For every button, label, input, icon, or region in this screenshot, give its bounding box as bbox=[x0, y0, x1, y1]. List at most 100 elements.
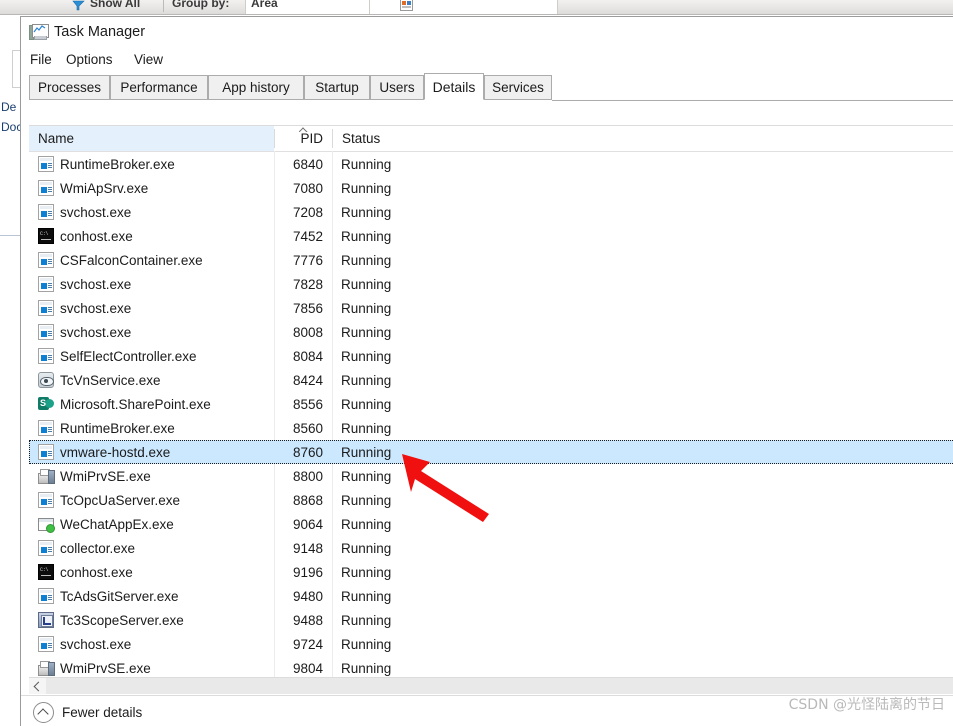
column-header-pid[interactable]: PID bbox=[275, 126, 332, 151]
table-row[interactable]: TcAdsGitServer.exe 9480 Running bbox=[29, 584, 953, 608]
tab-processes[interactable]: Processes bbox=[29, 75, 110, 100]
background-toolbar: Show All Group by: Area bbox=[0, 0, 953, 15]
table-row[interactable]: CSFalconContainer.exe 7776 Running bbox=[29, 248, 953, 272]
app-window-icon bbox=[38, 492, 54, 508]
process-pid-cell: 8868 bbox=[292, 492, 323, 508]
app-window-icon bbox=[38, 540, 54, 556]
process-name-cell: Tc3ScopeServer.exe bbox=[29, 608, 274, 632]
app-window-icon bbox=[38, 444, 54, 460]
process-name-label: conhost.exe bbox=[60, 228, 133, 244]
server-icon bbox=[38, 660, 55, 676]
process-pid-cell: 7776 bbox=[292, 252, 323, 268]
tab-performance[interactable]: Performance bbox=[110, 75, 208, 100]
sort-ascending-icon bbox=[299, 127, 308, 132]
table-row[interactable]: WmiApSrv.exe 7080 Running bbox=[29, 176, 953, 200]
table-row[interactable]: C:\ conhost.exe 9196 Running bbox=[29, 560, 953, 584]
horizontal-scrollbar[interactable] bbox=[29, 677, 953, 694]
show-all-icon bbox=[72, 0, 85, 11]
title-bar-content: Task Manager bbox=[29, 23, 145, 40]
process-name-label: WmiPrvSE.exe bbox=[60, 468, 151, 484]
app-window-icon bbox=[38, 180, 54, 196]
horizontal-scrollbar-track[interactable] bbox=[46, 678, 953, 694]
tab-users[interactable]: Users bbox=[370, 75, 424, 100]
process-name-label: conhost.exe bbox=[60, 564, 133, 580]
process-pid-cell: 8560 bbox=[292, 420, 323, 436]
process-status-cell: Running bbox=[341, 372, 392, 388]
table-row[interactable]: RuntimeBroker.exe 6840 Running bbox=[29, 152, 953, 176]
tab-services[interactable]: Services bbox=[484, 75, 552, 100]
process-name-cell: svchost.exe bbox=[29, 200, 274, 224]
background-tree-item-1[interactable]: De bbox=[1, 100, 16, 114]
process-name-label: WeChatAppEx.exe bbox=[60, 516, 174, 532]
process-name-label: RuntimeBroker.exe bbox=[60, 156, 175, 172]
details-pane: Name PID Status RuntimeBroker.exe 6840 R… bbox=[29, 125, 953, 694]
process-name-cell: svchost.exe bbox=[29, 272, 274, 296]
process-name-cell: TcVnService.exe bbox=[29, 368, 274, 392]
app-window-icon bbox=[38, 420, 54, 436]
process-status-cell: Running bbox=[341, 636, 392, 652]
app-window-icon bbox=[38, 300, 54, 316]
table-row[interactable]: collector.exe 9148 Running bbox=[29, 536, 953, 560]
process-list-frame: Name PID Status RuntimeBroker.exe 6840 R… bbox=[29, 125, 953, 677]
process-name-cell: vmware-hostd.exe bbox=[29, 440, 274, 464]
fewer-details-button[interactable]: Fewer details bbox=[33, 702, 142, 723]
process-name-label: RuntimeBroker.exe bbox=[60, 420, 175, 436]
process-name-cell: CSFalconContainer.exe bbox=[29, 248, 274, 272]
console-icon: C:\ bbox=[38, 564, 54, 580]
table-row[interactable]: RuntimeBroker.exe 8560 Running bbox=[29, 416, 953, 440]
tab-app-history[interactable]: App history bbox=[208, 75, 304, 100]
table-row[interactable]: TcOpcUaServer.exe 8868 Running bbox=[29, 488, 953, 512]
process-name-label: Microsoft.SharePoint.exe bbox=[60, 396, 211, 412]
column-header-status[interactable]: Status bbox=[333, 126, 453, 151]
process-pid-cell: 9804 bbox=[292, 660, 323, 676]
table-row[interactable]: WmiPrvSE.exe 9804 Running bbox=[29, 656, 953, 677]
process-name-cell: WeChatAppEx.exe bbox=[29, 512, 274, 536]
process-status-cell: Running bbox=[341, 324, 392, 340]
table-row[interactable]: Tc3ScopeServer.exe 9488 Running bbox=[29, 608, 953, 632]
background-toolbar-grid-icon[interactable] bbox=[400, 0, 413, 11]
process-name-cell: SelfElectController.exe bbox=[29, 344, 274, 368]
background-toolbar-separator bbox=[163, 0, 164, 12]
process-status-cell: Running bbox=[341, 588, 392, 604]
scroll-left-button[interactable] bbox=[29, 678, 46, 694]
table-row[interactable]: vmware-hostd.exe 8760 Running bbox=[29, 440, 953, 464]
process-status-cell: Running bbox=[341, 564, 392, 580]
table-row[interactable]: svchost.exe 8008 Running bbox=[29, 320, 953, 344]
tab-details-label: Details bbox=[432, 78, 476, 95]
menu-item-options[interactable]: Options bbox=[63, 51, 116, 68]
table-row[interactable]: WeChatAppEx.exe 9064 Running bbox=[29, 512, 953, 536]
menu-item-file[interactable]: File bbox=[27, 51, 55, 68]
column-header-status-label: Status bbox=[342, 131, 381, 146]
background-toolbar-group-by-label: Group by: bbox=[172, 0, 230, 10]
table-row[interactable]: TcVnService.exe 8424 Running bbox=[29, 368, 953, 392]
tab-startup[interactable]: Startup bbox=[304, 75, 370, 100]
background-toolbar-show-all[interactable]: Show All bbox=[90, 0, 140, 10]
table-row[interactable]: svchost.exe 7208 Running bbox=[29, 200, 953, 224]
process-name-cell: WmiPrvSE.exe bbox=[29, 656, 274, 677]
column-header-name[interactable]: Name bbox=[29, 126, 274, 151]
app-window-icon bbox=[38, 588, 54, 604]
table-row[interactable]: S Microsoft.SharePoint.exe 8556 Running bbox=[29, 392, 953, 416]
background-toolbar-field-2[interactable] bbox=[369, 0, 558, 14]
menu-item-view[interactable]: View bbox=[131, 51, 166, 68]
app-window-icon bbox=[38, 156, 54, 172]
process-name-cell: collector.exe bbox=[29, 536, 274, 560]
process-name-label: svchost.exe bbox=[60, 324, 132, 340]
process-status-cell: Running bbox=[341, 396, 392, 412]
process-name-cell: RuntimeBroker.exe bbox=[29, 152, 274, 176]
eye-icon bbox=[38, 372, 54, 388]
table-row[interactable]: svchost.exe 7828 Running bbox=[29, 272, 953, 296]
process-pid-cell: 8424 bbox=[292, 372, 323, 388]
process-name-label: collector.exe bbox=[60, 540, 136, 556]
table-row[interactable]: C:\ conhost.exe 7452 Running bbox=[29, 224, 953, 248]
table-row[interactable]: svchost.exe 7856 Running bbox=[29, 296, 953, 320]
process-name-cell: WmiApSrv.exe bbox=[29, 176, 274, 200]
tab-details[interactable]: Details bbox=[424, 73, 484, 100]
table-row[interactable]: svchost.exe 9724 Running bbox=[29, 632, 953, 656]
process-pid-cell: 8760 bbox=[292, 444, 323, 460]
table-row[interactable]: WmiPrvSE.exe 8800 Running bbox=[29, 464, 953, 488]
background-toolbar-group-by-value[interactable]: Area bbox=[251, 0, 278, 10]
table-row[interactable]: SelfElectController.exe 8084 Running bbox=[29, 344, 953, 368]
process-pid-cell: 7856 bbox=[292, 300, 323, 316]
process-list-rows: RuntimeBroker.exe 6840 Running WmiApSrv.exe… bbox=[29, 152, 953, 677]
